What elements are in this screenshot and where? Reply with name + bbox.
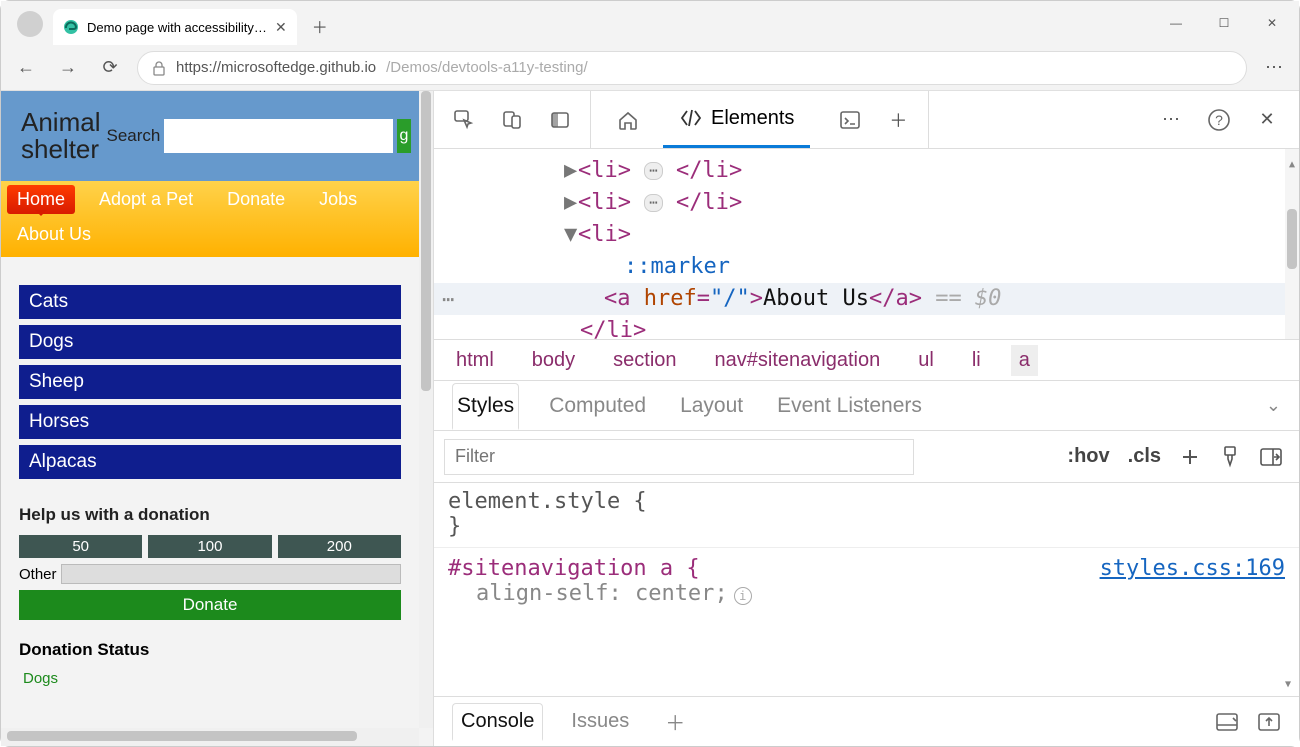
- rule-source-link[interactable]: styles.css:169: [1100, 556, 1285, 581]
- profile-avatar[interactable]: [17, 11, 43, 37]
- site-title: Animalshelter: [21, 109, 100, 164]
- other-label: Other: [19, 566, 57, 583]
- selected-dom-node[interactable]: <a href="/">About Us</a> == $0: [434, 283, 1299, 315]
- page-vertical-scrollbar[interactable]: [419, 91, 433, 728]
- search-label: Search: [106, 126, 160, 146]
- element-style-block[interactable]: element.style { }: [448, 489, 1285, 539]
- nav-forward-button[interactable]: →: [53, 53, 83, 83]
- category-item[interactable]: Alpacas: [19, 445, 401, 479]
- drawer-collapse-icon[interactable]: [1257, 712, 1281, 732]
- crumb[interactable]: section: [605, 345, 684, 376]
- issues-tab[interactable]: Issues: [563, 704, 637, 739]
- more-tabs-button[interactable]: ＋: [878, 100, 918, 140]
- event-listeners-tab[interactable]: Event Listeners: [773, 384, 926, 428]
- tab-close-icon[interactable]: ✕: [275, 19, 287, 36]
- nav-about[interactable]: About Us: [7, 220, 101, 249]
- window-close-button[interactable]: ✕: [1249, 7, 1295, 39]
- inspect-element-icon[interactable]: [444, 100, 484, 140]
- crumb-selected[interactable]: a: [1011, 345, 1038, 376]
- tab-title: Demo page with accessibility issu: [87, 20, 267, 35]
- donation-amount-button[interactable]: 50: [19, 535, 142, 558]
- rendered-page-pane: Animalshelter Search g Home Adopt a Pet …: [1, 91, 433, 746]
- url-host: https://microsoftedge.github.io: [176, 59, 376, 76]
- donation-amount-button[interactable]: 200: [278, 535, 401, 558]
- nav-donate[interactable]: Donate: [217, 185, 295, 214]
- styles-filter-input[interactable]: [444, 439, 914, 475]
- styles-filter-row: :hov .cls: [434, 431, 1299, 483]
- crumb[interactable]: body: [524, 345, 583, 376]
- welcome-tab[interactable]: [601, 91, 655, 148]
- devtools-toolbar: Elements ＋ ⋯ ? ✕: [434, 91, 1299, 149]
- cls-toggle[interactable]: .cls: [1128, 445, 1161, 468]
- device-emulation-icon[interactable]: [492, 100, 532, 140]
- dock-side-icon[interactable]: [540, 100, 580, 140]
- crumb[interactable]: html: [448, 345, 502, 376]
- computed-tab[interactable]: Computed: [545, 384, 650, 428]
- category-list: Cats Dogs Sheep Horses Alpacas: [19, 285, 401, 479]
- donate-button[interactable]: Donate: [19, 590, 401, 620]
- other-amount-input[interactable]: [61, 564, 401, 584]
- console-drawer-toggle-icon[interactable]: [830, 100, 870, 140]
- category-item[interactable]: Dogs: [19, 325, 401, 359]
- browser-toolbar: ← → ⟳ https://microsoftedge.github.io/De…: [1, 45, 1299, 91]
- devtools-close-icon[interactable]: ✕: [1247, 100, 1287, 140]
- edge-favicon-icon: [63, 19, 79, 35]
- devtools-help-icon[interactable]: ?: [1199, 100, 1239, 140]
- donation-status-heading: Donation Status: [19, 640, 401, 660]
- computed-sidebar-icon[interactable]: [1259, 447, 1283, 467]
- donation-status-value: Dogs: [19, 670, 401, 687]
- crumb[interactable]: ul: [910, 345, 942, 376]
- info-icon[interactable]: i: [734, 587, 752, 605]
- new-style-rule-icon[interactable]: [1179, 446, 1201, 468]
- crumb[interactable]: nav#sitenavigation: [707, 345, 889, 376]
- devtools-drawer: Console Issues ＋: [434, 696, 1299, 746]
- site-nav: Home Adopt a Pet Donate Jobs About Us: [1, 181, 419, 257]
- new-tab-button[interactable]: ＋: [305, 11, 335, 41]
- devtools-more-icon[interactable]: ⋯: [1151, 100, 1191, 140]
- nav-refresh-button[interactable]: ⟳: [95, 53, 125, 83]
- dom-tree[interactable]: ▶<li> ⋯ </li> ▶<li> ⋯ </li> ▼<li> ::mark…: [434, 149, 1299, 339]
- search-input[interactable]: [164, 119, 393, 153]
- donation-amount-button[interactable]: 100: [148, 535, 271, 558]
- category-item[interactable]: Horses: [19, 405, 401, 439]
- drawer-add-tab-icon[interactable]: ＋: [657, 701, 693, 742]
- lock-icon: [152, 60, 166, 76]
- browser-titlebar: Demo page with accessibility issu ✕ ＋ ― …: [1, 1, 1299, 45]
- styles-tabbar: Styles Computed Layout Event Listeners ⌄: [434, 381, 1299, 431]
- nav-jobs[interactable]: Jobs: [309, 185, 367, 214]
- hov-toggle[interactable]: :hov: [1067, 445, 1109, 468]
- devtools-pane: Elements ＋ ⋯ ? ✕ ▶<li> ⋯ </li> ▶<li> ⋯ <…: [433, 91, 1299, 746]
- category-item[interactable]: Cats: [19, 285, 401, 319]
- nav-home[interactable]: Home: [7, 185, 75, 214]
- url-path: /Demos/devtools-a11y-testing/: [386, 59, 587, 76]
- search-go-button[interactable]: g: [397, 119, 411, 153]
- browser-tab[interactable]: Demo page with accessibility issu ✕: [53, 9, 297, 45]
- page-header: Animalshelter Search g: [1, 91, 419, 181]
- svg-text:?: ?: [1215, 112, 1223, 128]
- css-rules-panel[interactable]: element.style { } styles.css:169 #sitena…: [434, 483, 1299, 696]
- dom-scrollbar[interactable]: ▲▼: [1285, 149, 1299, 339]
- dom-breadcrumbs: html body section nav#sitenavigation ul …: [434, 339, 1299, 381]
- window-maximize-button[interactable]: ☐: [1201, 7, 1247, 39]
- donation-heading: Help us with a donation: [19, 505, 401, 525]
- paintbrush-icon[interactable]: [1219, 445, 1241, 469]
- layout-tab[interactable]: Layout: [676, 384, 747, 428]
- browser-menu-button[interactable]: ⋯: [1259, 53, 1289, 83]
- console-tab[interactable]: Console: [452, 703, 543, 741]
- elements-tab[interactable]: Elements: [663, 91, 810, 148]
- styles-tab[interactable]: Styles: [452, 383, 519, 430]
- page-horizontal-scrollbar[interactable]: [1, 728, 419, 746]
- window-controls: ― ☐ ✕: [1153, 7, 1299, 45]
- address-bar[interactable]: https://microsoftedge.github.io/Demos/de…: [137, 51, 1247, 85]
- css-rule-block[interactable]: styles.css:169 #sitenavigation a { align…: [448, 556, 1285, 606]
- styles-overflow-icon[interactable]: ⌄: [1266, 395, 1281, 416]
- nav-back-button[interactable]: ←: [11, 53, 41, 83]
- window-minimize-button[interactable]: ―: [1153, 7, 1199, 39]
- category-item[interactable]: Sheep: [19, 365, 401, 399]
- drawer-dock-icon[interactable]: [1215, 712, 1239, 732]
- nav-adopt[interactable]: Adopt a Pet: [89, 185, 203, 214]
- crumb[interactable]: li: [964, 345, 989, 376]
